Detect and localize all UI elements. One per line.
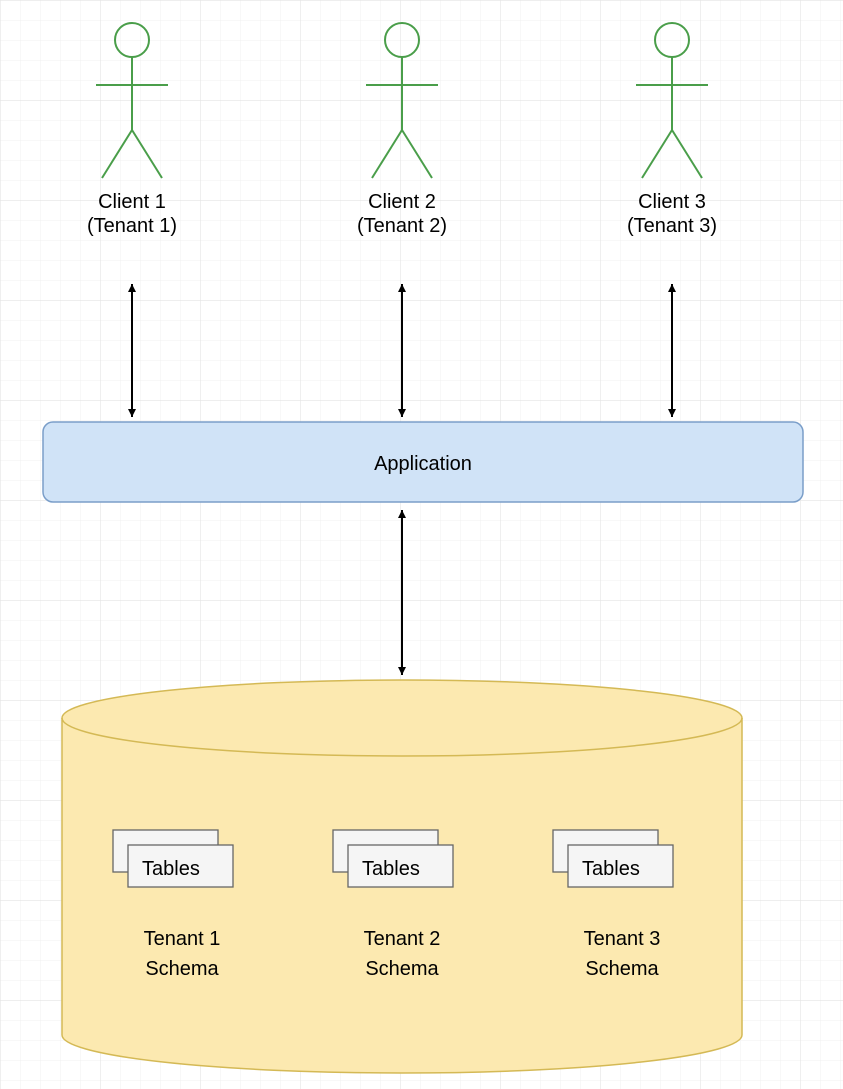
client-2-name: Client 2 <box>368 191 436 213</box>
application-label: Application <box>374 453 472 475</box>
schema-3-line1: Tenant 3 <box>584 928 661 950</box>
schema-2-line1: Tenant 2 <box>364 928 441 950</box>
client-1-tenant: (Tenant 1) <box>87 215 177 237</box>
schema-1-line1: Tenant 1 <box>144 928 221 950</box>
tables-label-2: Tables <box>362 858 420 880</box>
schema-3-line2: Schema <box>585 958 659 980</box>
client-3-name: Client 3 <box>638 191 706 213</box>
schema-1-line2: Schema <box>145 958 219 980</box>
tables-label-1: Tables <box>142 858 200 880</box>
client-2-tenant: (Tenant 2) <box>357 215 447 237</box>
client-1-name: Client 1 <box>98 191 166 213</box>
client-3-tenant: (Tenant 3) <box>627 215 717 237</box>
tables-label-3: Tables <box>582 858 640 880</box>
schema-2-line2: Schema <box>365 958 439 980</box>
